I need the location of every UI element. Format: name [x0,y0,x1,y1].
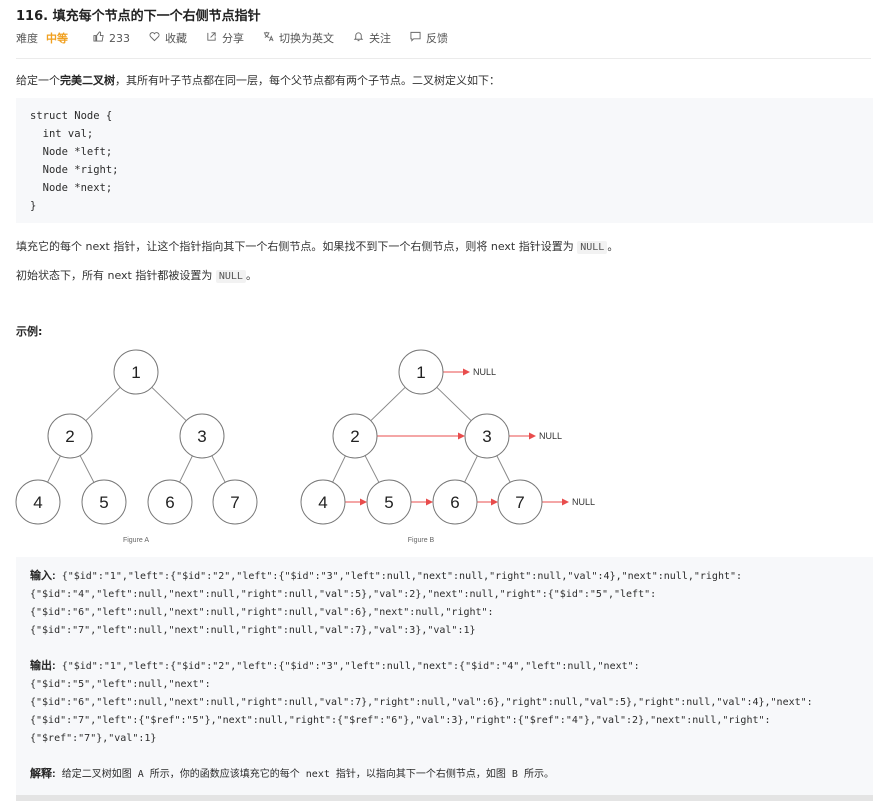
problem-meta-bar: 难度 中等 233 收藏 分享 切换为英文 关注 反馈 [16,30,466,46]
feedback-label: 反馈 [426,32,448,45]
thumbs-up-icon [92,31,104,45]
heart-icon [148,31,160,45]
output-line: {"$id":"1","left":{"$id":"2","left":{"$i… [61,661,640,672]
input-line: {"$id":"4","left":null,"next":null,"righ… [30,589,657,600]
inline-code: NULL [577,241,608,254]
tree-node-label: 3 [197,427,206,446]
header-divider [16,58,871,59]
tree-node-label: 6 [165,493,174,512]
struct-code: struct Node { int val; Node *left; Node … [16,98,873,224]
tree-node-label: 3 [482,427,491,446]
example-figure: 1 2 3 4 5 6 7 Figure A NULL NULL NULL 1 2 3 4 5 6 7 Figur… [0,340,620,554]
tree-node-label: 2 [65,427,74,446]
desc-text: 给定一个 [16,74,60,87]
code-line: struct Node { [30,110,113,122]
tree-edge [332,455,346,483]
explanation-text: 给定二叉树如图 A 所示，你的函数应该填充它的每个 next 指针，以指向其下一… [61,769,554,780]
output-label: 输出: [30,660,56,672]
code-line: Node *right; [30,164,119,176]
input-line: {"$id":"7","left":null,"next":null,"righ… [30,625,476,636]
like-count: 233 [109,31,130,45]
follow-button[interactable]: 关注 [352,30,391,46]
tree-node-label: 7 [230,493,239,512]
figure-b: NULL NULL NULL 1 2 3 4 5 6 7 Figure B [300,349,595,544]
tree-edge [370,386,406,422]
code-line: } [30,200,37,212]
tree-figure-svg: 1 2 3 4 5 6 7 Figure A NULL NULL NULL 1 2 3 4 5 6 7 Figur… [15,349,595,544]
code-line: Node *next; [30,182,113,194]
output-line: {"$ref":"7"},"val":1} [30,733,157,744]
tree-node-label: 6 [450,493,459,512]
like-button[interactable]: 233 [92,31,130,45]
tree-edge [47,455,61,483]
difficulty-badge: 中等 [46,32,68,45]
figure-caption: Figure B [408,537,435,544]
tree-node-label: 1 [416,363,425,382]
tree-edge [364,455,380,483]
example-input: 输入: {"$id":"1","left":{"$id":"2","left":… [30,567,742,640]
explanation-label: 解释: [30,768,56,780]
example-io-block: 输入: {"$id":"1","left":{"$id":"2","left":… [16,557,873,799]
input-label: 输入: [30,570,56,582]
null-label: NULL [473,367,496,377]
tree-edge [151,386,187,422]
tree-edge [211,455,226,483]
figure-a: 1 2 3 4 5 6 7 Figure A [15,349,258,544]
switch-language-label: 切换为英文 [279,32,334,45]
tree-edge [85,386,121,422]
favorite-button[interactable]: 收藏 [148,30,187,46]
share-icon [205,31,217,45]
output-line: {"$id":"6","left":null,"next":null,"righ… [30,697,813,708]
output-line: {"$id":"7","left":{"$ref":"5"},"next":nu… [30,715,771,726]
desc-bold: 完美二叉树 [60,74,115,87]
desc-text: 填充它的每个 next 指针，让这个指针指向其下一个右侧节点。如果找不到下一个右… [16,240,578,253]
tree-node-label: 4 [318,493,327,512]
input-line: {"$id":"6","left":null,"next":null,"righ… [30,607,494,618]
example-title: 示例: [16,325,43,338]
null-label: NULL [572,497,595,507]
share-button[interactable]: 分享 [205,30,244,46]
output-line: {"$id":"5","left":null,"next": [30,679,211,690]
tree-node-label: 1 [131,363,140,382]
input-line: {"$id":"1","left":{"$id":"2","left":{"$i… [61,571,743,582]
null-label: NULL [539,431,562,441]
code-line: int val; [30,128,94,140]
tree-edge [464,455,478,483]
desc-text: 。 [607,240,619,253]
horizontal-scrollbar[interactable] [16,795,873,801]
example-output: 输出: {"$id":"1","left":{"$id":"2","left":… [30,657,813,748]
description-paragraph-1: 给定一个完美二叉树，其所有叶子节点都在同一层，每个父节点都有两个子节点。二叉树定… [16,72,500,88]
inline-code: NULL [215,270,246,283]
translate-icon [262,31,274,45]
tree-node-label: 5 [384,493,393,512]
desc-text: 。 [245,269,257,282]
desc-text: 初始状态下，所有 next 指针都被设置为 [16,269,216,282]
example-explanation: 解释: 给定二叉树如图 A 所示，你的函数应该填充它的每个 next 指针，以指… [30,765,554,784]
desc-text: ，其所有叶子节点都在同一层，每个父节点都有两个子节点。二叉树定义如下： [115,74,500,87]
problem-title: 116. 填充每个节点的下一个右侧节点指针 [16,9,261,24]
difficulty-label: 难度 [16,32,38,45]
feedback-button[interactable]: 反馈 [409,30,448,46]
description-paragraph-2: 填充它的每个 next 指针，让这个指针指向其下一个右侧节点。如果找不到下一个右… [16,238,618,254]
tree-edge [179,455,193,483]
struct-code-block: struct Node { int val; Node *left; Node … [16,98,873,223]
tree-node-label: 4 [33,493,42,512]
follow-label: 关注 [369,32,391,45]
favorite-label: 收藏 [165,32,187,45]
share-label: 分享 [222,32,244,45]
feedback-icon [409,31,421,45]
switch-language-button[interactable]: 切换为英文 [262,30,334,46]
code-line: Node *left; [30,146,113,158]
tree-edge [79,455,95,483]
tree-edge [436,386,472,422]
description-paragraph-3: 初始状态下，所有 next 指针都被设置为 NULL。 [16,267,257,283]
tree-node-label: 2 [350,427,359,446]
tree-node-label: 5 [99,493,108,512]
tree-edge [496,455,511,483]
figure-caption: Figure A [123,537,149,544]
bell-icon [352,31,364,45]
tree-node-label: 7 [515,493,524,512]
